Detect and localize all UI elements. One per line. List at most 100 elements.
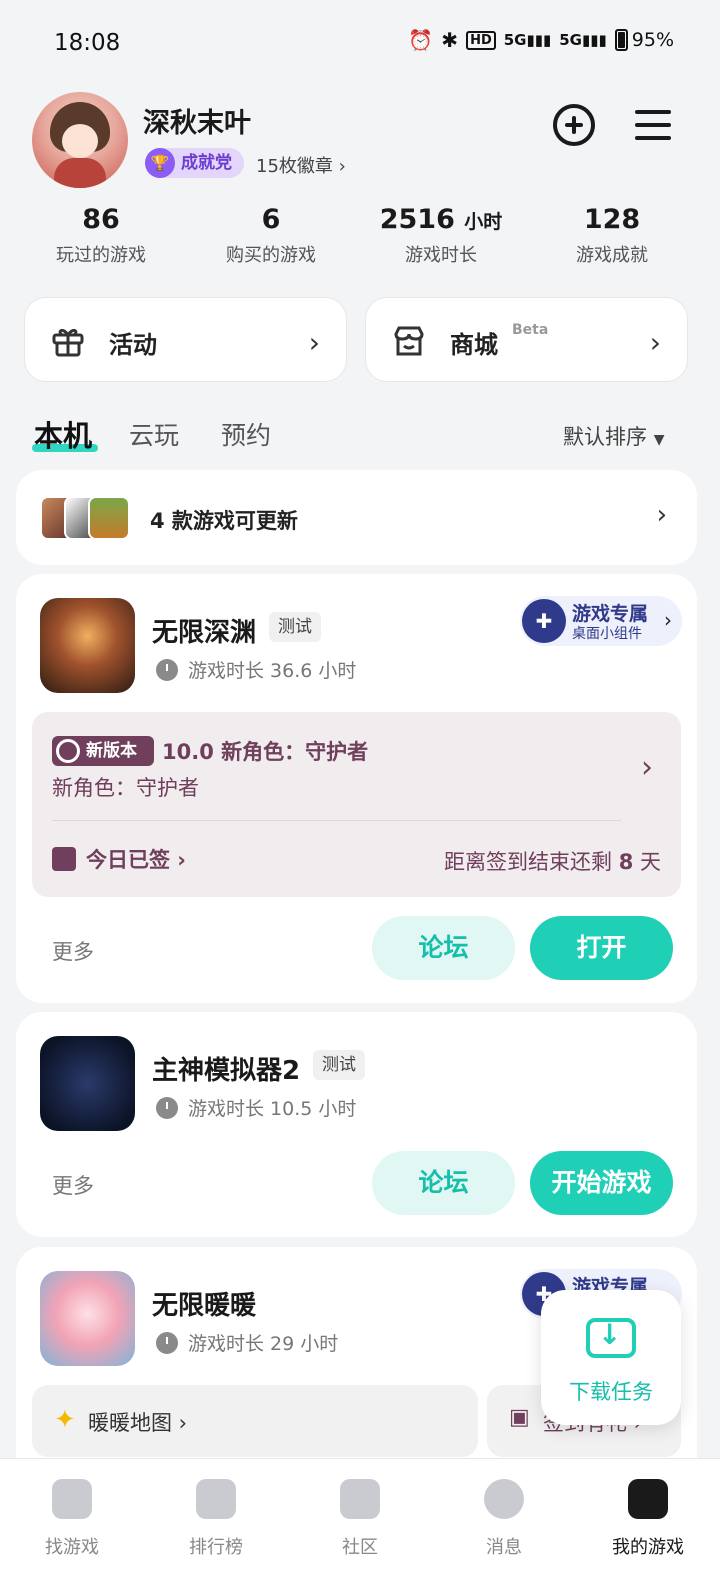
nav-rankings[interactable]: 排行榜 [144, 1459, 288, 1584]
sort-label: 默认排序 [563, 425, 647, 449]
tab-cloud[interactable]: 云玩 [129, 416, 179, 452]
battery-indicator: 95% [614, 29, 674, 51]
signed-in-link[interactable]: 今日已签 › [52, 844, 186, 874]
chevron-right-icon: › [649, 326, 661, 359]
game-tag: 测试 [269, 612, 321, 642]
game-title[interactable]: 主神模拟器2 [152, 1050, 300, 1087]
game-card: 主神模拟器2 测试 游戏时长 10.5 小时 更多 论坛 开始游戏 [16, 1012, 697, 1237]
menu-button[interactable] [635, 110, 671, 140]
caret-down-icon: ▼ [653, 432, 665, 448]
download-tasks-button[interactable]: 下载任务 [541, 1290, 681, 1425]
playtime: 游戏时长 10.5 小时 [156, 1094, 356, 1121]
status-bar: 18:08 ⏰ ✱ HD 5G▮▮▮ 5G▮▮▮ 95% [0, 0, 720, 86]
game-icon[interactable] [40, 1036, 135, 1131]
game-thumb-icon [88, 496, 130, 540]
stat-label: 游戏成就 [576, 245, 648, 266]
stat-achievements[interactable]: 128 游戏成就 [527, 204, 697, 267]
stat-label: 购买的游戏 [226, 245, 316, 266]
more-link[interactable]: 更多 [52, 936, 94, 966]
sort-dropdown[interactable]: 默认排序 ▼ [563, 421, 664, 451]
stat-label: 玩过的游戏 [56, 245, 146, 266]
nav-my-games[interactable]: 我的游戏 [576, 1459, 720, 1584]
gamepad-icon: ✚ [522, 599, 566, 643]
game-icon[interactable] [40, 1271, 135, 1366]
refresh-icon [56, 739, 80, 763]
find-games-icon [52, 1479, 92, 1519]
widget-button[interactable]: ✚ 游戏专属 桌面小组件 › [520, 596, 682, 646]
stat-played[interactable]: 86 玩过的游戏 [16, 204, 186, 267]
shop-card[interactable]: 商城 Beta › [365, 297, 688, 382]
stopwatch-icon [156, 659, 178, 681]
activity-label: 活动 [109, 331, 157, 359]
playtime: 游戏时长 29 小时 [156, 1329, 338, 1356]
stat-playtime[interactable]: 2516 小时 游戏时长 [356, 204, 526, 267]
signal-5g-icon: 5G▮▮▮ [503, 31, 552, 49]
battery-icon [614, 29, 628, 51]
widget-subtitle: 桌面小组件 [572, 626, 642, 642]
chevron-right-icon: › [664, 608, 672, 632]
forum-button[interactable]: 论坛 [372, 916, 515, 980]
trophy-icon: 🏆 [145, 148, 175, 178]
game-icon[interactable] [40, 598, 135, 693]
nav-messages[interactable]: 消息 [432, 1459, 576, 1584]
map-link[interactable]: ✦ 暖暖地图 › [32, 1385, 478, 1457]
status-icons: ⏰ ✱ HD 5G▮▮▮ 5G▮▮▮ 95% [408, 28, 674, 52]
divider [52, 820, 621, 821]
star-icon: ✦ [54, 1405, 76, 1435]
stat-value: 2516 [379, 204, 455, 235]
stat-value: 6 [261, 204, 281, 235]
calendar-check-icon [52, 847, 76, 871]
rankings-icon [196, 1479, 236, 1519]
badge-count-link[interactable]: 15枚徽章 › [256, 152, 346, 178]
tab-local[interactable]: 本机 [34, 413, 92, 455]
gift-icon [52, 328, 84, 357]
event-desc: 新角色：守护者 [52, 776, 199, 800]
stat-value: 128 [583, 204, 641, 235]
open-button[interactable]: 打开 [530, 916, 673, 980]
stat-label: 游戏时长 [405, 245, 477, 266]
beta-tag: Beta [512, 322, 549, 338]
game-title[interactable]: 无限深渊 [152, 612, 256, 649]
stopwatch-icon [156, 1097, 178, 1119]
chevron-right-icon: › [308, 326, 320, 359]
gift-icon: ▣ [509, 1405, 530, 1430]
stopwatch-icon [156, 1332, 178, 1354]
tab-reserve[interactable]: 预约 [221, 416, 271, 452]
playtime: 游戏时长 36.6 小时 [156, 656, 356, 683]
game-card: 无限深渊 测试 游戏时长 36.6 小时 ✚ 游戏专属 桌面小组件 › 新版本 … [16, 574, 697, 1003]
forum-button[interactable]: 论坛 [372, 1151, 515, 1215]
stat-purchased[interactable]: 6 购买的游戏 [186, 204, 356, 267]
update-notice-text: 4 款游戏可更新 [150, 509, 298, 533]
add-button[interactable] [553, 104, 595, 146]
badge-label: 成就党 [181, 153, 232, 173]
avatar[interactable] [32, 92, 128, 188]
stat-unit: 小时 [464, 211, 503, 233]
new-version-badge: 新版本 [52, 736, 154, 766]
messages-icon [484, 1479, 524, 1519]
chevron-right-icon: › [641, 750, 653, 785]
download-tasks-label: 下载任务 [569, 1380, 653, 1404]
start-game-button[interactable]: 开始游戏 [530, 1151, 673, 1215]
achievement-badge[interactable]: 🏆 成就党 [145, 148, 244, 178]
more-link[interactable]: 更多 [52, 1170, 94, 1200]
signal-5g-icon-2: 5G▮▮▮ [559, 31, 607, 49]
bottom-nav: 找游戏 排行榜 社区 消息 我的游戏 [0, 1458, 720, 1584]
community-icon [340, 1479, 380, 1519]
shop-label: 商城 [450, 331, 498, 359]
download-icon [586, 1318, 636, 1358]
activity-card[interactable]: 活动 › [24, 297, 347, 382]
chevron-right-icon: › [656, 500, 667, 530]
signin-remaining: 距离签到结束还剩 8 天 [444, 850, 661, 874]
my-games-icon [628, 1479, 668, 1519]
game-title[interactable]: 无限暖暖 [152, 1285, 256, 1322]
hd-icon: HD [466, 30, 496, 50]
widget-title: 游戏专属 [572, 603, 649, 625]
nav-find-games[interactable]: 找游戏 [0, 1459, 144, 1584]
game-tag: 测试 [313, 1050, 365, 1080]
menu-icon [635, 110, 671, 114]
username[interactable]: 深秋末叶 [143, 101, 251, 140]
update-notice-card[interactable]: 4 款游戏可更新 › [16, 470, 697, 565]
event-panel[interactable]: 新版本 10.0 新角色：守护者 新角色：守护者 › 今日已签 › 距离签到结束… [32, 712, 681, 897]
status-time: 18:08 [54, 30, 121, 56]
nav-community[interactable]: 社区 [288, 1459, 432, 1584]
